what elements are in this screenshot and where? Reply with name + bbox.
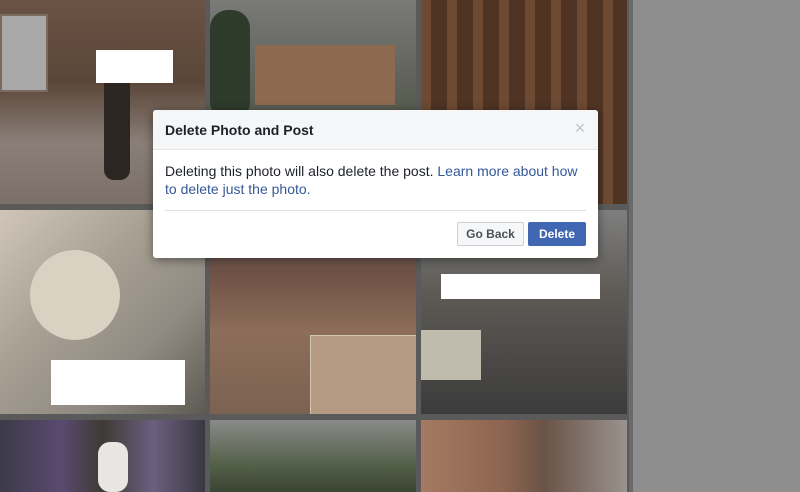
close-icon[interactable]: ×	[572, 119, 588, 137]
go-back-button[interactable]: Go Back	[457, 222, 524, 246]
message-text: Deleting this photo will also delete the…	[165, 163, 434, 179]
dialog-header: Delete Photo and Post ×	[153, 110, 598, 150]
delete-button[interactable]: Delete	[528, 222, 586, 246]
divider	[165, 210, 586, 211]
delete-dialog: Delete Photo and Post × Deleting this ph…	[153, 110, 598, 258]
dialog-message: Deleting this photo will also delete the…	[165, 162, 585, 198]
dialog-title: Delete Photo and Post	[165, 122, 314, 138]
